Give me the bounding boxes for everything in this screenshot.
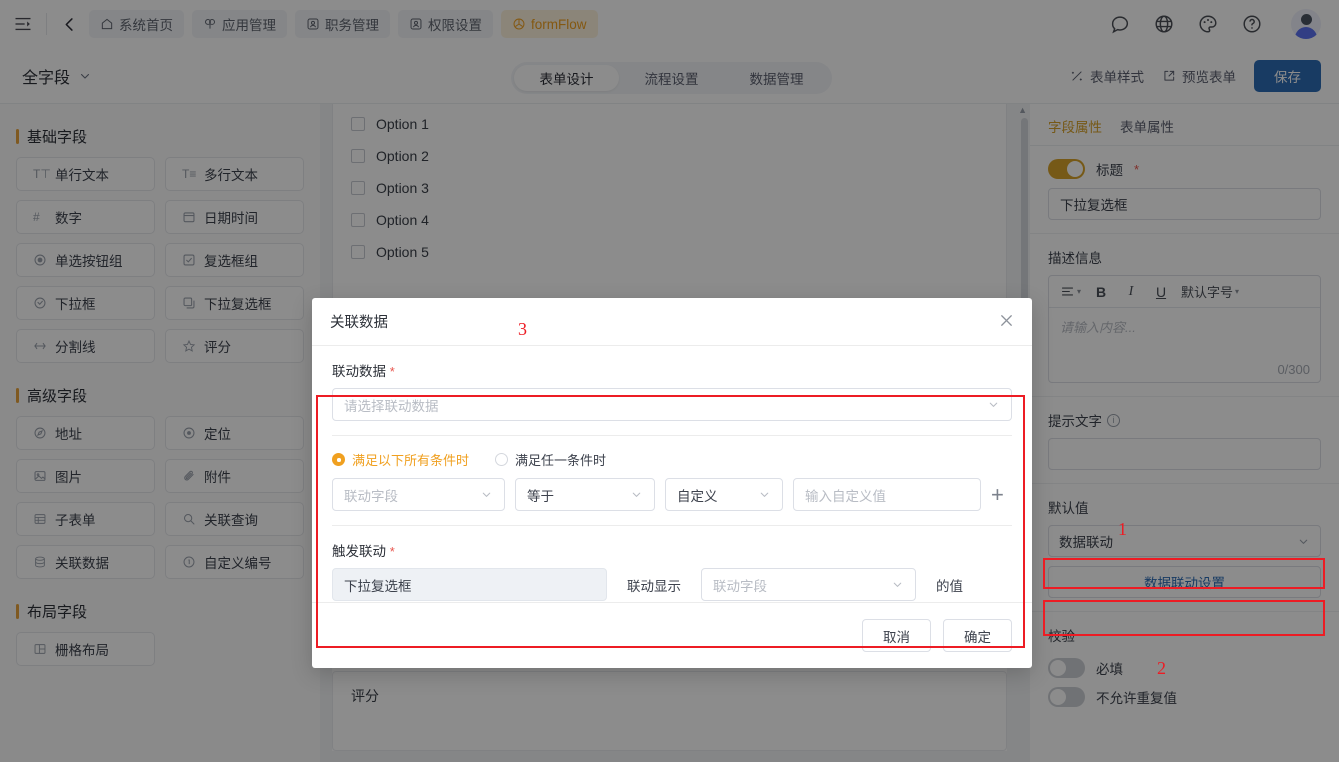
modal-footer: 取消 确定 [312,602,1032,668]
modal-header: 关联数据 [312,298,1032,346]
condition-field-placeholder: 联动字段 [344,488,398,504]
close-icon[interactable] [997,311,1017,331]
linkage-data-placeholder: 请选择联动数据 [344,398,439,414]
condition-operator-value: 等于 [527,488,554,504]
annotation-number-3: 3 [518,319,527,339]
radio-match-any[interactable]: 满足任一条件时 [495,450,606,469]
condition-custom-value-placeholder: 输入自定义值 [805,488,886,504]
chevron-down-icon [622,488,643,501]
condition-row: 联动字段 等于 自定义 输入自定义值 + [332,478,1012,511]
linkage-data-label-row: 联动数据 * [332,360,1012,380]
required-asterisk: * [389,364,395,379]
modal-divider [332,435,1012,436]
radio-icon [495,453,509,466]
radio-icon [332,453,345,466]
trigger-label: 触发联动 [332,544,386,559]
plus-icon[interactable]: + [991,483,1004,506]
confirm-button[interactable]: 确定 [943,619,1012,652]
chevron-down-icon [750,488,771,501]
modal-body: 联动数据 * 请选择联动数据 满足以下所有条件时 满足任一条件时 联动字段 等于… [312,346,1032,648]
annotation-number-1: 1 [1118,519,1127,539]
trigger-show-text: 联动显示 [627,578,681,594]
chevron-down-icon [891,578,904,591]
radio-match-all[interactable]: 满足以下所有条件时 [332,450,469,469]
relation-data-modal: 关联数据 联动数据 * 请选择联动数据 满足以下所有条件时 满足任一条件时 联动… [312,298,1032,668]
radio-label: 满足以下所有条件时 [352,453,470,468]
condition-operator-select[interactable]: 等于 [515,478,655,511]
condition-value-type-select[interactable]: 自定义 [665,478,783,511]
linkage-data-label: 联动数据 [332,364,386,379]
chevron-down-icon [987,398,1000,411]
trigger-source-value: 下拉复选框 [344,578,412,594]
chevron-down-icon [472,488,493,501]
modal-divider-2 [332,525,1012,526]
condition-field-select[interactable]: 联动字段 [332,478,505,511]
modal-title: 关联数据 [330,315,388,331]
radio-label: 满足任一条件时 [515,453,607,468]
app-root: 系统首页 应用管理 职务管理 权限设置 formFlow 全字段 表单样式 预览… [0,0,1339,762]
trigger-label-row: 触发联动 * [332,540,1012,560]
cancel-button[interactable]: 取消 [862,619,931,652]
trigger-suffix-text: 的值 [936,578,963,594]
trigger-row: 下拉复选框 联动显示 联动字段 的值 [332,568,1012,601]
trigger-target-placeholder: 联动字段 [713,578,767,594]
condition-value-type: 自定义 [677,488,718,504]
annotation-number-2: 2 [1157,658,1166,678]
condition-custom-value-input[interactable]: 输入自定义值 [793,478,981,511]
linkage-data-select[interactable]: 请选择联动数据 [332,388,1012,421]
required-asterisk: * [389,544,395,559]
condition-mode-radios: 满足以下所有条件时 满足任一条件时 [332,450,1012,469]
trigger-source-field: 下拉复选框 [332,568,607,601]
trigger-target-field-select[interactable]: 联动字段 [701,568,916,601]
modal-form: 联动数据 * 请选择联动数据 满足以下所有条件时 满足任一条件时 联动字段 等于… [312,346,1032,601]
